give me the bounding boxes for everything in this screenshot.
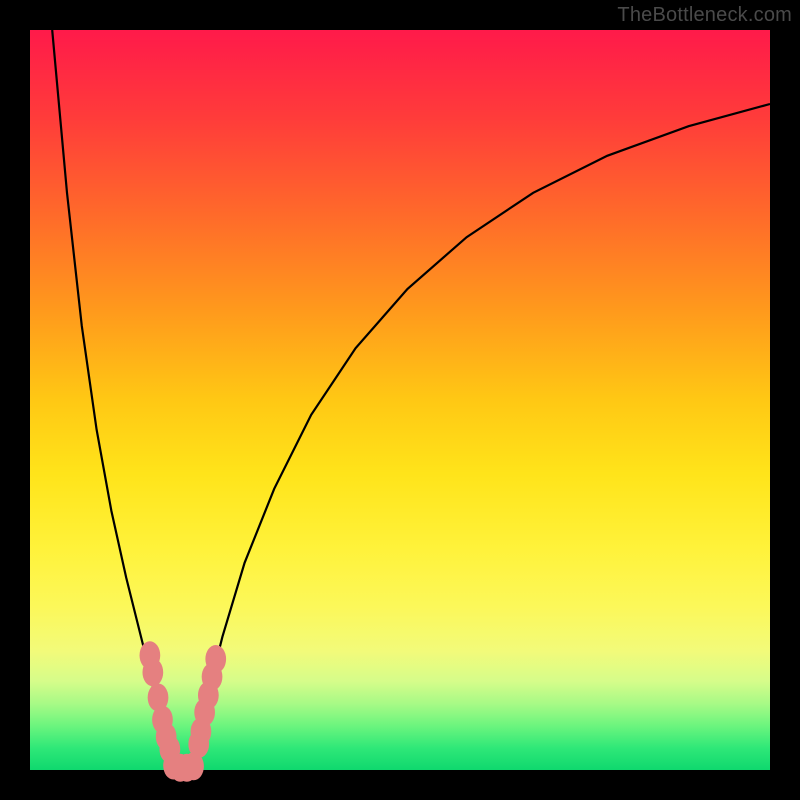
chart-frame: TheBottleneck.com [0, 0, 800, 800]
curves-svg [30, 30, 770, 770]
plot-area [30, 30, 770, 770]
watermark-text: TheBottleneck.com [617, 4, 792, 27]
marker-layer [140, 641, 227, 781]
right-curve [189, 104, 770, 770]
marker-dot [205, 645, 226, 673]
marker-dot [142, 658, 163, 686]
